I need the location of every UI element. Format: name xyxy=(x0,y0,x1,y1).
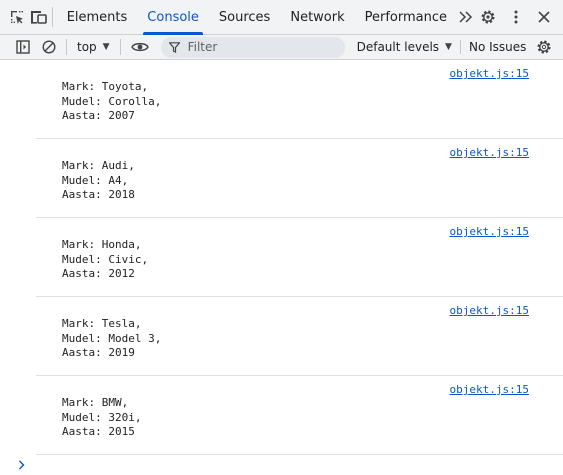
tab-separator xyxy=(52,7,53,27)
message-text: Mark: Tesla, Mudel: Model 3, Aasta: 2019 xyxy=(62,317,162,359)
source-link[interactable]: objekt.js:15 xyxy=(450,146,529,159)
console-message: objekt.js:15 Mark: Tesla, Mudel: Model 3… xyxy=(36,297,563,376)
toolbar-separator xyxy=(119,39,121,55)
log-levels-dropdown[interactable]: Default levels ▼ xyxy=(357,40,452,54)
context-label: top xyxy=(77,40,97,54)
console-message: objekt.js:15 Mark: BMW, Mudel: 320i, Aas… xyxy=(36,376,563,455)
device-toolbar-icon[interactable] xyxy=(30,4,48,30)
eye-icon[interactable] xyxy=(125,34,155,60)
tab-elements[interactable]: Elements xyxy=(57,0,138,35)
devtools-window: Elements Console Sources Network Perform… xyxy=(0,0,563,475)
devtools-tabbar: Elements Console Sources Network Perform… xyxy=(0,0,563,35)
source-link[interactable]: objekt.js:15 xyxy=(450,225,529,238)
console-message: objekt.js:15 Mark: Audi, Mudel: A4, Aast… xyxy=(36,139,563,218)
tab-performance[interactable]: Performance xyxy=(355,0,457,35)
source-link[interactable]: objekt.js:15 xyxy=(450,67,529,80)
context-selector[interactable]: top ▼ xyxy=(71,37,116,58)
console-message: objekt.js:15 Mark: Toyota, Mudel: Coroll… xyxy=(36,60,563,139)
message-text: Mark: Audi, Mudel: A4, Aasta: 2018 xyxy=(62,159,135,201)
tab-sources[interactable]: Sources xyxy=(209,0,280,35)
tab-network[interactable]: Network xyxy=(280,0,354,35)
log-levels-label: Default levels xyxy=(356,40,440,54)
filter-input[interactable] xyxy=(185,39,330,55)
caret-down-icon: ▼ xyxy=(445,42,452,52)
message-text: Mark: Toyota, Mudel: Corolla, Aasta: 200… xyxy=(62,80,162,122)
console-settings-gear-icon[interactable] xyxy=(531,34,557,60)
console-message: objekt.js:15 Mark: Honda, Mudel: Civic, … xyxy=(36,218,563,297)
close-icon[interactable] xyxy=(531,4,557,30)
message-text: Mark: Honda, Mudel: Civic, Aasta: 2012 xyxy=(62,238,149,280)
tab-console[interactable]: Console xyxy=(137,0,209,35)
sidebar-toggle-icon[interactable] xyxy=(10,34,36,60)
inspect-element-icon[interactable] xyxy=(8,4,26,30)
filter-box[interactable] xyxy=(160,36,345,58)
message-text: Mark: BMW, Mudel: 320i, Aasta: 2015 xyxy=(62,396,142,438)
console-messages: objekt.js:15 Mark: Toyota, Mudel: Coroll… xyxy=(0,60,563,475)
source-link[interactable]: objekt.js:15 xyxy=(450,304,529,317)
source-link[interactable]: objekt.js:15 xyxy=(450,383,529,396)
chevron-double-right-icon[interactable] xyxy=(457,0,475,35)
console-toolbar: top ▼ Default levels ▼ No Issues xyxy=(0,35,563,60)
clear-console-icon[interactable] xyxy=(36,34,62,60)
console-prompt-chevron-right-icon[interactable] xyxy=(18,460,26,473)
kebab-menu-icon[interactable] xyxy=(503,4,529,30)
filter-icon xyxy=(168,41,180,53)
gear-icon[interactable] xyxy=(475,4,501,30)
tabbar-actions xyxy=(475,4,563,30)
caret-down-icon: ▼ xyxy=(102,42,110,52)
toolbar-separator xyxy=(66,39,67,55)
issues-counter[interactable]: No Issues xyxy=(459,40,526,54)
